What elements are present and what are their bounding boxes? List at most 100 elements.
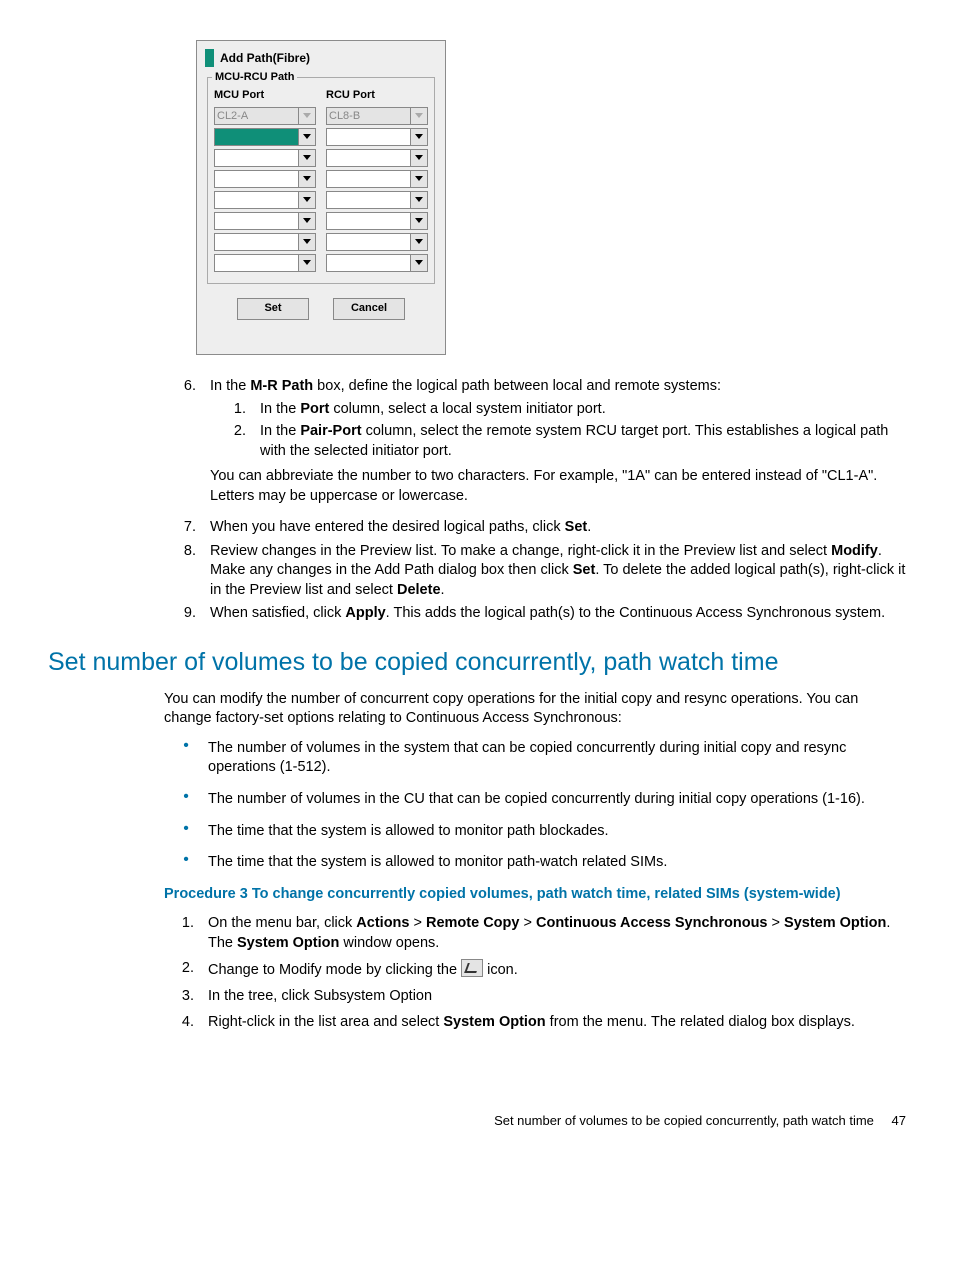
mcu-port-select-5[interactable]	[214, 191, 316, 209]
rcu-port-select-3[interactable]	[326, 149, 428, 167]
step-number: 4.	[164, 1013, 208, 1033]
rcu-port-select-8[interactable]	[326, 254, 428, 272]
proc-step-1: 1. On the menu bar, click Actions > Remo…	[164, 914, 906, 953]
text: In the	[210, 378, 250, 394]
dropdown-value	[214, 191, 299, 209]
proc-step-2: 2. Change to Modify mode by clicking the…	[164, 959, 906, 981]
chevron-down-icon	[299, 170, 316, 188]
chevron-down-icon	[299, 233, 316, 251]
dropdown-value	[214, 254, 299, 272]
cancel-button[interactable]: Cancel	[333, 298, 405, 320]
text: column, select a local system initiator …	[329, 401, 605, 417]
chevron-down-icon	[411, 107, 428, 125]
dropdown-value	[326, 149, 411, 167]
chevron-down-icon	[411, 233, 428, 251]
chevron-down-icon	[411, 191, 428, 209]
text: Right-click in the list area and select	[208, 1014, 443, 1030]
text: >	[409, 915, 426, 931]
bullet-text: The number of volumes in the system that…	[208, 739, 906, 778]
bullet-item: •The number of volumes in the CU that ca…	[164, 790, 906, 810]
text: In the	[260, 423, 300, 439]
dropdown-value	[214, 212, 299, 230]
bold-text: Delete	[397, 582, 441, 598]
bullet-item: •The time that the system is allowed to …	[164, 822, 906, 842]
rcu-port-select-6[interactable]	[326, 212, 428, 230]
bold-text: M-R Path	[250, 378, 313, 394]
text: On the menu bar, click	[208, 915, 356, 931]
rcu-port-select-2[interactable]	[326, 128, 428, 146]
chevron-down-icon	[411, 212, 428, 230]
dialog-title-bar: Add Path(Fibre)	[197, 41, 445, 71]
dropdown-value	[214, 128, 299, 146]
mcu-port-select-7[interactable]	[214, 233, 316, 251]
dropdown-value	[326, 191, 411, 209]
bold-text: Remote Copy	[426, 915, 519, 931]
page-footer: Set number of volumes to be copied concu…	[48, 1112, 906, 1130]
chevron-down-icon	[299, 128, 316, 146]
text: Review changes in the Preview list. To m…	[210, 543, 831, 559]
proc-step-3: 3. In the tree, click Subsystem Option	[164, 987, 906, 1007]
mcu-rcu-path-fieldset: MCU-RCU Path MCU Port CL2-A RCU Port CL8…	[207, 77, 435, 284]
page-number: 47	[892, 1113, 906, 1128]
step-number: 2.	[164, 959, 208, 981]
mcu-port-select-1[interactable]: CL2-A	[214, 107, 316, 125]
bold-text: Set	[573, 562, 596, 578]
dropdown-value	[214, 233, 299, 251]
step-9: 9. When satisfied, click Apply. This add…	[152, 604, 906, 624]
chevron-down-icon	[299, 212, 316, 230]
bullet-item: •The number of volumes in the system tha…	[164, 739, 906, 778]
rcu-port-column: RCU Port CL8-B	[326, 88, 428, 275]
chevron-down-icon	[411, 128, 428, 146]
note-text: You can abbreviate the number to two cha…	[210, 467, 906, 506]
mcu-port-select-2[interactable]	[214, 128, 316, 146]
chevron-down-icon	[299, 107, 316, 125]
text: >	[768, 915, 785, 931]
mcu-port-select-3[interactable]	[214, 149, 316, 167]
step-number: 3.	[164, 987, 208, 1007]
fieldset-legend: MCU-RCU Path	[212, 70, 297, 85]
bullet-text: The number of volumes in the CU that can…	[208, 790, 906, 810]
modify-mode-icon	[461, 959, 483, 977]
step-number: 9.	[152, 604, 210, 624]
bullet-text: The time that the system is allowed to m…	[208, 822, 906, 842]
add-path-dialog: Add Path(Fibre) MCU-RCU Path MCU Port CL…	[196, 40, 446, 355]
chevron-down-icon	[411, 149, 428, 167]
text: In the tree, click Subsystem Option	[208, 987, 906, 1007]
dropdown-value: CL2-A	[214, 107, 299, 125]
bold-text: Port	[300, 401, 329, 417]
step-number: 8.	[152, 542, 210, 601]
mcu-port-select-8[interactable]	[214, 254, 316, 272]
substep-number: 2.	[210, 422, 260, 461]
text: When you have entered the desired logica…	[210, 519, 565, 535]
dropdown-value	[214, 149, 299, 167]
chevron-down-icon	[299, 191, 316, 209]
rcu-port-select-4[interactable]	[326, 170, 428, 188]
step-7: 7. When you have entered the desired log…	[152, 518, 906, 538]
substep-number: 1.	[210, 400, 260, 420]
text: When satisfied, click	[210, 605, 345, 621]
rcu-port-select-7[interactable]	[326, 233, 428, 251]
rcu-port-select-5[interactable]	[326, 191, 428, 209]
proc-step-4: 4. Right-click in the list area and sele…	[164, 1013, 906, 1033]
chevron-down-icon	[299, 149, 316, 167]
step-number: 1.	[164, 914, 208, 953]
set-button[interactable]: Set	[237, 298, 309, 320]
text: icon.	[483, 962, 518, 978]
text: .	[587, 519, 591, 535]
text: from the menu. The related dialog box di…	[546, 1014, 855, 1030]
bold-text: System Option	[443, 1014, 545, 1030]
mcu-port-select-6[interactable]	[214, 212, 316, 230]
rcu-port-select-1[interactable]: CL8-B	[326, 107, 428, 125]
bold-text: Set	[565, 519, 588, 535]
dropdown-value	[326, 233, 411, 251]
bullet-icon: •	[164, 739, 208, 778]
substep-2: 2. In the Pair-Port column, select the r…	[210, 422, 906, 461]
chevron-down-icon	[411, 254, 428, 272]
bold-text: Actions	[356, 915, 409, 931]
step-8: 8. Review changes in the Preview list. T…	[152, 542, 906, 601]
text: .	[441, 582, 445, 598]
bullet-text: The time that the system is allowed to m…	[208, 853, 906, 873]
mcu-port-select-4[interactable]	[214, 170, 316, 188]
bullet-icon: •	[164, 853, 208, 873]
text: box, define the logical path between loc…	[313, 378, 721, 394]
